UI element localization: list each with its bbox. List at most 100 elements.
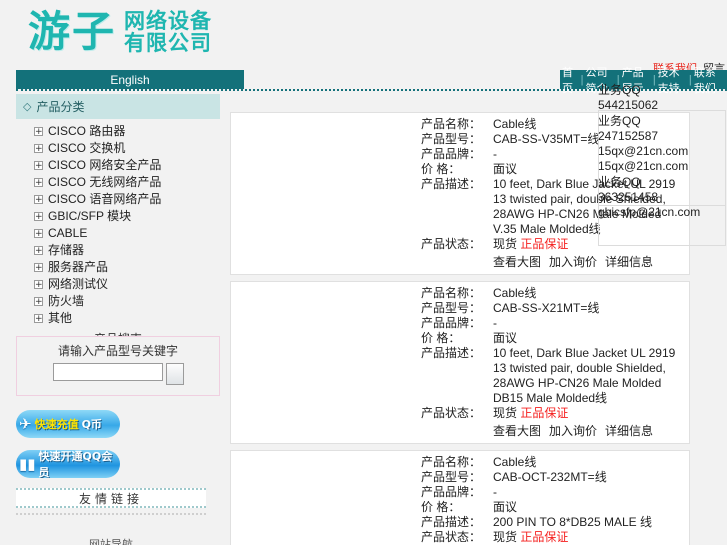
link-details[interactable]: 详细信息 <box>605 422 653 439</box>
expand-plus-icon[interactable]: + <box>34 263 43 273</box>
sidebar-item-label: GBIC/SFP 模块 <box>48 209 132 223</box>
label-product-model: 产品型号： <box>421 132 482 146</box>
sidebar-item-cisco-routers[interactable]: + CISCO 路由器 <box>34 123 220 140</box>
link-add-inquiry[interactable]: 加入询价 <box>549 253 597 270</box>
sidebar-item-cisco-switches[interactable]: + CISCO 交换机 <box>34 140 220 157</box>
product-row[interactable]: 产品名称： Cable线 产品型号： CAB-OCT-232MT=线 产品品牌：… <box>230 450 690 545</box>
product-desc-row: 产品描述： 200 PIN TO 8*DB25 MALE 线 <box>421 515 683 530</box>
banner-qq-recharge[interactable]: ✈ 快速充值 Q币 <box>16 410 120 438</box>
link-add-inquiry[interactable]: 加入询价 <box>549 422 597 439</box>
product-info: 产品名称： Cable线 产品型号： CAB-OCT-232MT=线 产品品牌：… <box>421 455 689 545</box>
product-info: 产品名称： Cable线 产品型号： CAB-SS-X21MT=线 产品品牌： … <box>421 286 689 439</box>
contact-email-2[interactable]: 15qx@21cn.com <box>598 159 726 174</box>
product-price-row: 价 格： 面议 <box>421 331 683 346</box>
sidebar-item-label: CISCO 网络安全产品 <box>48 158 162 172</box>
contact-qq-value-1[interactable]: 544215062 <box>598 98 726 113</box>
label-product-name: 产品名称： <box>421 117 482 131</box>
sidebar-item-label: CISCO 语音网络产品 <box>48 192 162 206</box>
site-header: 游子 网络设备 有限公司 <box>0 0 727 68</box>
expand-plus-icon[interactable]: + <box>34 297 43 307</box>
value-product-price: 面议 <box>493 331 518 345</box>
contact-group-3: 业务QQ 363251458 gbicsfp@21cn.com <box>598 175 726 220</box>
expand-plus-icon[interactable]: + <box>34 195 43 205</box>
product-row[interactable]: 产品名称： Cable线 产品型号： CAB-SS-X21MT=线 产品品牌： … <box>230 281 690 444</box>
search-input[interactable] <box>52 363 163 381</box>
sidebar-item-firewall[interactable]: + 防火墙 <box>34 293 220 310</box>
sidebar-item-network-testers[interactable]: + 网络测试仪 <box>34 276 220 293</box>
site-logo[interactable]: 游子 网络设备 有限公司 <box>28 10 212 54</box>
label-product-model: 产品型号： <box>421 301 482 315</box>
expand-plus-icon[interactable]: + <box>34 127 43 137</box>
sidebar: ◇ 产品分类 + CISCO 路由器 + CISCO 交换机 + CISCO 网… <box>16 94 220 327</box>
banner-qq-membership[interactable]: ▮▮ 快速开通QQ会员 <box>16 450 120 478</box>
value-product-name: Cable线 <box>493 455 537 469</box>
sidebar-item-label: CISCO 无线网络产品 <box>48 175 162 189</box>
expand-plus-icon[interactable]: + <box>34 178 43 188</box>
label-product-price: 价 格： <box>421 331 461 345</box>
product-action-links: 查看大图 加入询价 详细信息 <box>421 422 683 439</box>
product-name-row: 产品名称： Cable线 <box>421 455 683 470</box>
status-stock: 现货 <box>493 237 518 251</box>
contact-qq-label-1: 业务QQ <box>598 83 641 97</box>
expand-plus-icon[interactable]: + <box>34 246 43 256</box>
contact-qq-value-2[interactable]: 247152587 <box>598 129 726 144</box>
contact-group-1: 业务QQ 544215062 <box>598 83 726 113</box>
value-product-model: CAB-OCT-232MT=线 <box>493 470 607 484</box>
sidebar-item-other[interactable]: + 其他 <box>34 310 220 327</box>
sidebar-item-gbic-sfp[interactable]: + GBIC/SFP 模块 <box>34 208 220 225</box>
banner-qq-recharge-label: 快速充值 <box>34 418 79 431</box>
sidebar-item-cisco-security[interactable]: + CISCO 网络安全产品 <box>34 157 220 174</box>
link-details[interactable]: 详细信息 <box>605 253 653 270</box>
label-product-name: 产品名称： <box>421 455 482 469</box>
expand-plus-icon[interactable]: + <box>34 144 43 154</box>
product-model-row: 产品型号： CAB-SS-X21MT=线 <box>421 301 683 316</box>
label-product-name: 产品名称： <box>421 286 482 300</box>
contact-qq-label-3: 业务QQ <box>598 175 641 189</box>
nav-english-label: English <box>110 72 150 87</box>
value-product-status: 现货 正品保证 <box>493 406 683 421</box>
link-view-large-image[interactable]: 查看大图 <box>493 253 541 270</box>
sidebar-category-header[interactable]: ◇ 产品分类 <box>16 94 220 119</box>
logo-sub-line2: 有限公司 <box>124 31 213 56</box>
label-product-desc: 产品描述： <box>421 515 482 529</box>
link-view-large-image[interactable]: 查看大图 <box>493 422 541 439</box>
contact-group-2: 业务QQ 247152587 15qx@21cn.com 15qx@21cn.c… <box>598 114 726 174</box>
sidebar-category-label: 产品分类 <box>36 100 85 114</box>
sidebar-item-cisco-wireless[interactable]: + CISCO 无线网络产品 <box>34 174 220 191</box>
expand-plus-icon[interactable]: + <box>34 229 43 239</box>
contact-qq-value-3[interactable]: 363251458 <box>598 190 726 205</box>
expand-plus-icon[interactable]: + <box>34 280 43 290</box>
sidebar-item-label: 服务器产品 <box>48 260 109 274</box>
value-product-status: 现货 正品保证 <box>493 530 683 545</box>
product-image[interactable] <box>231 455 421 545</box>
product-model-row: 产品型号： CAB-OCT-232MT=线 <box>421 470 683 485</box>
expand-plus-icon[interactable]: + <box>34 212 43 222</box>
expand-plus-icon[interactable]: + <box>34 161 43 171</box>
label-product-brand: 产品品牌： <box>421 147 482 161</box>
value-product-name: Cable线 <box>493 286 537 300</box>
label-product-status: 产品状态： <box>421 237 482 251</box>
nav-english-bar[interactable]: English <box>16 70 244 89</box>
label-product-desc: 产品描述： <box>421 177 482 191</box>
search-subtitle: 请输入产品型号关键字 <box>57 344 178 358</box>
contact-info-panel: 业务QQ 544215062 业务QQ 247152587 15qx@21cn.… <box>598 83 726 221</box>
contact-email-3[interactable]: gbicsfp@21cn.com <box>598 205 726 220</box>
banner-qq-recharge-suffix: Q币 <box>81 418 102 431</box>
sidebar-item-servers[interactable]: + 服务器产品 <box>34 259 220 276</box>
product-image[interactable] <box>231 286 421 439</box>
sidebar-item-storage[interactable]: + 存储器 <box>34 242 220 259</box>
product-image[interactable] <box>231 117 421 270</box>
banner-qq-membership-label: 快速开通QQ会员 <box>38 450 113 478</box>
sidebar-item-label: 其他 <box>48 311 73 325</box>
logo-sub-line1: 网络设备 <box>124 9 213 33</box>
sidebar-item-cable[interactable]: + CABLE <box>34 225 220 242</box>
sidebar-item-label: 存储器 <box>48 243 85 257</box>
search-submit-button[interactable] <box>165 363 184 385</box>
sidebar-item-cisco-voice[interactable]: + CISCO 语音网络产品 <box>34 191 220 208</box>
contact-email-1[interactable]: 15qx@21cn.com <box>598 144 726 159</box>
product-brand-row: 产品品牌： - <box>421 485 683 500</box>
expand-plus-icon[interactable]: + <box>34 314 43 324</box>
label-product-status: 产品状态： <box>421 406 482 420</box>
value-product-price: 面议 <box>493 500 518 514</box>
product-desc-row: 产品描述： 10 feet, Dark Blue Jacket UL 2919 … <box>421 346 683 406</box>
